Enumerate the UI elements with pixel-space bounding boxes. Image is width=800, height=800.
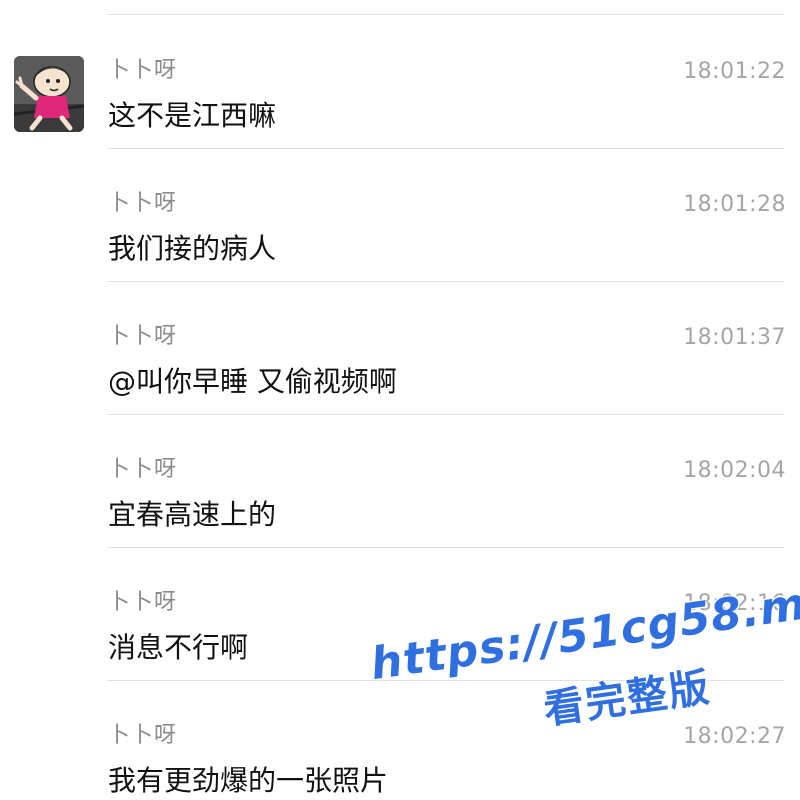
message-item[interactable]: 卜卜呀 18:01:28 我们接的病人: [0, 149, 800, 282]
message-item[interactable]: 卜卜呀 18:02:16 消息不行啊: [0, 548, 800, 681]
cartoon-avatar-icon: [14, 56, 84, 132]
avatar[interactable]: [14, 56, 84, 132]
message-time: 18:01:28: [683, 192, 786, 217]
sender-name: 卜卜呀: [108, 723, 178, 748]
message-time: 18:01:22: [683, 59, 786, 84]
message-time: 18:02:04: [683, 458, 786, 483]
message-text: 我有更劲爆的一张照片: [108, 764, 389, 797]
chat-message-list: 卜卜呀 18:01:22 这不是江西嘛 卜卜呀 18:01:28 我们接的病人 …: [0, 0, 800, 800]
message-text: 我们接的病人: [108, 232, 277, 265]
message-text: 这不是江西嘛: [108, 99, 277, 132]
sender-name: 卜卜呀: [108, 58, 178, 83]
message-time: 18:02:27: [683, 724, 786, 749]
message-item[interactable]: 卜卜呀 18:02:27 我有更劲爆的一张照片: [0, 681, 800, 800]
message-item[interactable]: 卜卜呀 18:02:04 宜春高速上的: [0, 415, 800, 548]
message-text: 宜春高速上的: [108, 498, 277, 531]
message-time: 18:02:16: [683, 591, 786, 616]
message-item[interactable]: 卜卜呀 18:01:22 这不是江西嘛: [0, 16, 800, 149]
sender-name: 卜卜呀: [108, 191, 178, 216]
message-time: 18:01:37: [683, 325, 786, 350]
message-item[interactable]: 卜卜呀 18:01:37 @叫你早睡 又偷视频啊: [0, 282, 800, 415]
sender-name: 卜卜呀: [108, 590, 178, 615]
sender-name: 卜卜呀: [108, 457, 178, 482]
message-text: @叫你早睡 又偷视频啊: [108, 365, 397, 398]
sender-name: 卜卜呀: [108, 324, 178, 349]
top-divider: [107, 14, 784, 15]
message-text: 消息不行啊: [108, 631, 249, 664]
